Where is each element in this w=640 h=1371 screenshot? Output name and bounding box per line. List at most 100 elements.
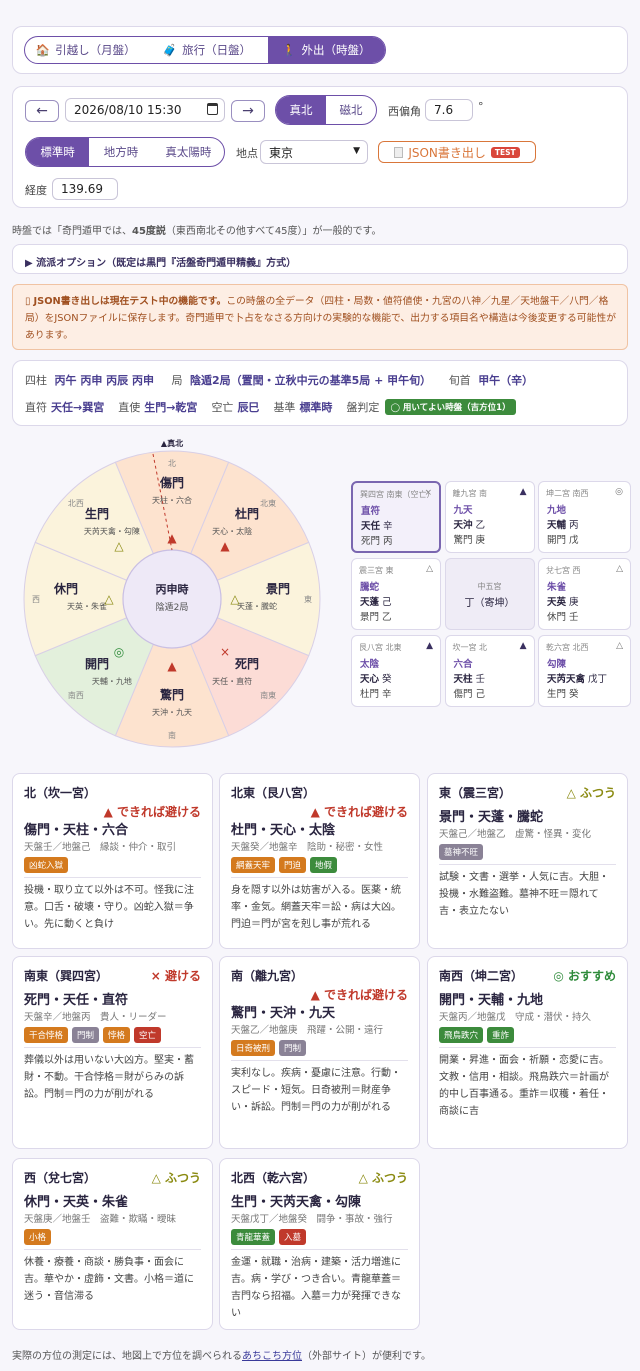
declination-input[interactable]: 7.6: [425, 99, 473, 121]
direction-title: 北（坎一宮）: [24, 786, 97, 800]
walk-icon: 🚶: [282, 43, 297, 57]
direction-sub: 天盤壬／地盤己 縁談・仲介・取引: [24, 842, 177, 853]
divider: [24, 1047, 201, 1048]
tab-local-time[interactable]: 地方時: [89, 138, 152, 166]
palace-gate-stem: 癸: [569, 689, 579, 700]
direction-sub: 天盤戊丁／地盤癸 闘争・事故・強行: [231, 1214, 393, 1225]
tab-standard-time[interactable]: 標準時: [26, 138, 90, 166]
wheel-gate: 生門: [85, 506, 109, 521]
datetime-input[interactable]: 2026/08/10 15:30: [65, 98, 225, 122]
direction-tags: 網蓋天牢 門迫 地假: [231, 857, 338, 873]
school-options[interactable]: ▶ 流派オプション（既定は黒門『活盤奇門遁甲精義』方式）: [12, 244, 628, 274]
chokushi-value: 生門→乾宮: [144, 401, 198, 414]
palace-cell[interactable]: 乾六宮 北西 △ 勾陳 天芮天禽 戊丁 生門 癸: [538, 635, 631, 707]
wheel-center-kyoku: 陰遁2局: [156, 601, 189, 613]
direction-tag: 網蓋天牢: [231, 857, 276, 873]
palace-star-name: 天心: [360, 674, 380, 685]
declination-label: 西偏角: [388, 105, 421, 118]
direction-card: 北（坎一宮） ▲ できれば避ける 傷門・天柱・六合 天盤壬／地盤己 縁談・仲介・取引凶…: [12, 773, 213, 949]
chokushi-label: 直使: [118, 401, 141, 414]
direction-desc: 金運・就職・治病・建築・活力増進に吉。病・学び・つき合い。青龍華蓋＝吉門なら招福…: [231, 1257, 401, 1319]
tab-solar-time[interactable]: 真太陽時: [153, 138, 224, 166]
degree-note: 時盤では「奇門遁甲では、45度説（東西南北その他すべて45度）」が一般的です。: [12, 222, 382, 237]
palace-star-stem: 庚: [569, 597, 579, 608]
divider: [231, 877, 408, 878]
wheel-gate: 開門: [85, 657, 109, 671]
place-select[interactable]: 東京 ▼: [260, 140, 368, 164]
direction-verdict: × 避ける: [150, 969, 201, 983]
palace-star-name: 天芮天禽: [547, 674, 586, 685]
tab-outing[interactable]: 🚶 外出（時盤）: [267, 37, 385, 63]
tab-travel[interactable]: 🧳 旅行（日盤）: [146, 37, 267, 63]
palace-god: 六合: [453, 659, 473, 670]
wheel-gate: 傷門: [159, 475, 184, 490]
palace-gate-name: 開門: [547, 535, 567, 546]
palace-star-stem: 乙: [475, 520, 486, 531]
palace-gate-name: 傷門: [453, 689, 473, 700]
palace-star: 天蓬 己: [360, 594, 392, 608]
divider: [24, 1249, 201, 1250]
palace-star-stem: 癸: [382, 674, 392, 685]
datetime-value: 2026/08/10 15:30: [74, 103, 182, 117]
true-north-button[interactable]: 真北: [276, 96, 326, 124]
test-badge: TEST: [490, 146, 520, 158]
json-export-button[interactable]: JSON書き出し TEST: [378, 141, 536, 163]
direction-title: 南（離九宮）: [231, 969, 304, 983]
direction-main: 傷門・天柱・六合: [24, 823, 129, 838]
palace-star-name: 天柱: [453, 674, 473, 685]
palace-cell[interactable]: 坎一宮 北 ▲ 六合 天柱 壬 傷門 己: [444, 635, 535, 707]
mode-tabs: 🏠 引越し（月盤） 🧳 旅行（日盤） 🚶 外出（時盤）: [24, 36, 386, 64]
wheel-star-god: 天心・太陰: [212, 526, 252, 536]
palace-gate-stem: 己: [475, 689, 486, 700]
palace-cell[interactable]: 離九宮 南 ▲ 九天 天沖 乙 驚門 庚: [444, 481, 535, 553]
direction-title: 南東（巽四宮）: [24, 969, 109, 983]
palace-gate-name: 驚門: [453, 535, 473, 546]
palace-header: 艮八宮 北東: [359, 643, 402, 652]
direction-tags: 日奇被刑 門制: [231, 1040, 307, 1056]
next-button[interactable]: →: [231, 100, 265, 122]
palace-mark: △: [616, 564, 623, 574]
palace-star: 天任 辛: [361, 518, 393, 532]
wheel-star-god: 天英・朱雀: [67, 601, 107, 611]
wheel-mark: △: [114, 539, 124, 553]
tab-move[interactable]: 🏠 引越し（月盤）: [25, 37, 146, 63]
junshu-value: 甲午（辛）: [478, 374, 534, 387]
calendar-icon[interactable]: [207, 103, 218, 115]
divider: [231, 1060, 408, 1061]
junshu-label: 旬首: [448, 374, 471, 387]
wheel-mark: ×: [220, 645, 230, 659]
palace-cell[interactable]: 震三宮 東 △ 騰蛇 天蓬 己 景門 乙: [351, 558, 441, 630]
palace-god: 騰蛇: [360, 582, 380, 593]
direction-tag: 青龍華蓋: [231, 1229, 276, 1245]
document-icon: [394, 146, 404, 158]
palace-cell[interactable]: 坤二宮 南西 ◎ 九地 天輔 丙 開門 戊: [538, 481, 631, 553]
palace-gate: 休門 壬: [547, 609, 579, 623]
direction-tag: 凶蛇入獄: [24, 857, 69, 873]
palace-cell[interactable]: 兌七宮 西 △ 朱雀 天英 庚 休門 壬: [538, 558, 631, 630]
direction-sub: 天盤庚／地盤壬 盗難・欺瞞・曖昧: [24, 1214, 177, 1225]
palace-star-stem: 壬: [475, 674, 486, 685]
magnetic-north-button[interactable]: 磁北: [326, 96, 376, 124]
azimuth-site-link[interactable]: あちこち方位: [242, 1351, 302, 1362]
palace-star-stem: 己: [382, 597, 392, 608]
kubo-label: 空亡: [211, 401, 234, 414]
direction-desc: 試験・文書・選挙・人気に吉。大胆・投機・水難盗難。墓神不旺＝隠れて吉・表立たない: [439, 872, 609, 917]
place-value: 東京: [269, 145, 294, 160]
palace-gate-stem: 辛: [382, 689, 392, 700]
palace-header: 震三宮 東: [359, 566, 394, 575]
direction-tags: 墓神不旺: [439, 844, 484, 860]
palace-gate-name: 杜門: [360, 689, 380, 700]
palace-star-name: 天輔: [547, 520, 567, 531]
prev-button[interactable]: ←: [25, 100, 59, 122]
palace-header: 兌七宮 西: [546, 566, 581, 575]
palace-header: 巽四宮 南東（空亡）: [360, 490, 435, 499]
palace-gate: 死門 丙: [361, 533, 393, 547]
longitude-input[interactable]: 139.69: [52, 178, 118, 200]
palace-mark: ▲: [519, 487, 527, 497]
direction-tag: 空亡: [134, 1027, 162, 1043]
direction-desc: 開業・昇進・面会・祈願・恋愛に吉。文教・信用・相談。飛鳥跌穴＝計画が的中し百事通…: [439, 1055, 609, 1117]
palace-star-name: 天蓬: [360, 597, 380, 608]
direction-main: 休門・天英・朱雀: [24, 1195, 129, 1210]
palace-cell[interactable]: 巽四宮 南東（空亡） × 直符 天任 辛 死門 丙: [351, 481, 441, 553]
palace-cell[interactable]: 艮八宮 北東 ▲ 太陰 天心 癸 杜門 辛: [351, 635, 441, 707]
